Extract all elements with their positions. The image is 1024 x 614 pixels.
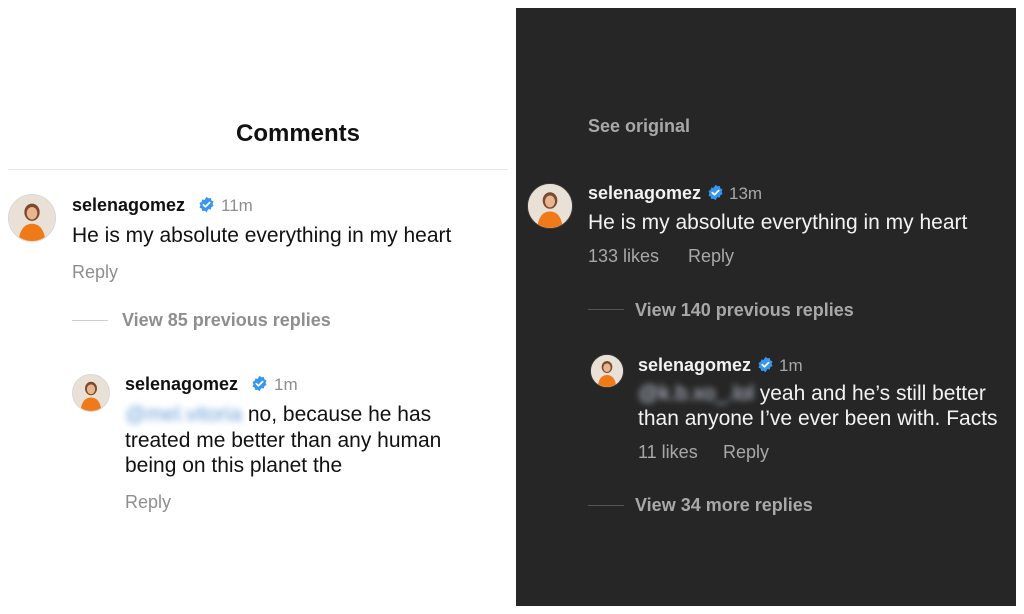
reply-text: yeah and he’s still better (759, 382, 986, 405)
avatar[interactable] (527, 183, 573, 229)
reply-username[interactable]: selenagomez (638, 355, 751, 376)
view-previous-replies-button[interactable]: View 85 previous replies (122, 310, 331, 331)
reply-timestamp: 1m (779, 356, 803, 375)
reply-text-line: treated me better than any human (125, 429, 442, 452)
reply-button[interactable]: Reply (688, 246, 734, 267)
blurred-mention[interactable]: @mel.vitoria (125, 402, 242, 427)
comment-text: He is my absolute everything in my heart (588, 211, 968, 234)
reply-button[interactable]: Reply (125, 492, 171, 513)
header-divider (8, 169, 508, 170)
reply-text-line: than anyone I’ve ever been with. Facts (638, 407, 998, 430)
dark-comments-panel: See original selenagomez 13m He is my ab… (516, 8, 1016, 606)
verified-badge-icon (198, 196, 215, 213)
replies-divider (72, 320, 108, 321)
reply-text-line: @k.b.xo_.lol yeah and he’s still better (638, 381, 986, 406)
reply-username[interactable]: selenagomez (125, 374, 238, 395)
replies-divider (588, 505, 624, 506)
blurred-mention[interactable]: @k.b.xo_.lol (638, 381, 754, 406)
reply-button[interactable]: Reply (72, 262, 118, 283)
reply-timestamp: 1m (274, 375, 298, 394)
likes-count[interactable]: 11 likes (638, 442, 698, 463)
comment-username[interactable]: selenagomez (588, 183, 701, 204)
reply-text-line: @mel.vitoria no, because he has (125, 402, 431, 427)
avatar[interactable] (72, 374, 110, 412)
replies-divider (588, 309, 624, 310)
likes-count[interactable]: 133 likes (588, 246, 659, 267)
verified-badge-icon (757, 356, 774, 373)
avatar[interactable] (590, 354, 624, 388)
view-more-replies-button[interactable]: View 34 more replies (635, 495, 813, 516)
verified-badge-icon (251, 375, 268, 392)
comment-timestamp: 11m (221, 196, 253, 215)
comment-text: He is my absolute everything in my heart (72, 224, 452, 247)
avatar[interactable] (8, 194, 56, 242)
see-original-link[interactable]: See original (588, 116, 690, 137)
page-title: Comments (235, 120, 361, 147)
light-comments-panel: Comments selenagomez 11m He is my absolu… (0, 0, 516, 614)
reply-text-line: being on this planet the (125, 454, 343, 477)
reply-button[interactable]: Reply (723, 442, 769, 463)
view-previous-replies-button[interactable]: View 140 previous replies (635, 300, 854, 321)
comment-timestamp: 13m (729, 184, 763, 203)
comment-username[interactable]: selenagomez (72, 195, 185, 216)
reply-text: no, because he has (247, 403, 432, 426)
verified-badge-icon (707, 184, 724, 201)
